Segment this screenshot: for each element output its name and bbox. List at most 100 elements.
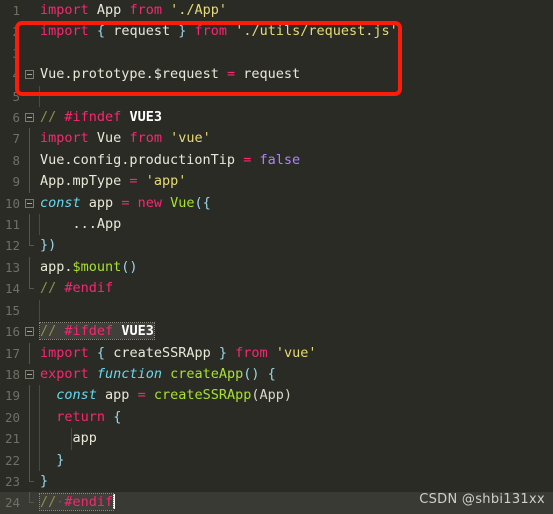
code-text[interactable] <box>38 85 553 108</box>
code-text[interactable]: ...App <box>38 214 553 236</box>
code-text[interactable]: // #endif <box>38 278 553 299</box>
code-line[interactable]: 5 <box>0 85 553 108</box>
fold-marker[interactable] <box>22 0 38 21</box>
token-keyword: import <box>40 344 89 361</box>
code-text[interactable]: app <box>38 428 553 450</box>
code-line[interactable]: 6 // #ifndef VUE3 <box>0 107 553 128</box>
line-number: 15 <box>4 302 20 318</box>
code-line[interactable]: 23 } <box>0 470 553 492</box>
line-number: 5 <box>12 88 20 104</box>
fold-marker[interactable] <box>22 21 38 42</box>
code-line[interactable]: 10 const app = new Vue({ <box>0 193 553 214</box>
code-line[interactable]: 7 import Vue from 'vue' <box>0 128 553 151</box>
code-text[interactable]: Vue.config.productionTip = false <box>38 150 553 171</box>
code-line[interactable]: 4 Vue.prototype.$request = request <box>0 64 553 85</box>
code-line[interactable]: 18 export function createApp() { <box>0 364 553 385</box>
token-keyword-from: from <box>235 344 268 361</box>
line-number: 12 <box>4 238 20 254</box>
token-identifier: app <box>105 387 130 404</box>
fold-marker[interactable] <box>22 86 38 107</box>
fold-guide <box>22 149 38 172</box>
line-number: 11 <box>4 217 20 233</box>
code-line[interactable]: 2 import { request } from './utils/reque… <box>0 21 553 42</box>
code-text[interactable]: Vue.prototype.$request = request <box>38 64 553 85</box>
code-line[interactable]: 20 return { <box>0 406 553 429</box>
code-text[interactable]: // #ifndef VUE3 <box>38 107 553 128</box>
token-keyword-from: from <box>129 130 162 147</box>
code-text[interactable]: return { <box>38 406 553 429</box>
fold-toggle-icon[interactable] <box>22 64 38 85</box>
token-keyword: import <box>40 2 89 18</box>
code-text[interactable]: App.mpType = 'app' <box>38 171 553 192</box>
fold-guide <box>22 406 38 429</box>
indent-guide <box>39 299 40 322</box>
token-string: 'vue' <box>170 130 211 147</box>
line-number: 2 <box>12 24 20 40</box>
token-keyword-new: new <box>137 194 162 211</box>
code-text[interactable] <box>38 299 553 322</box>
token-string: 'app' <box>145 173 187 190</box>
indent-guide <box>71 428 72 450</box>
code-text[interactable]: } <box>38 449 553 471</box>
line-number: 22 <box>4 452 20 468</box>
token-operator: = <box>129 173 138 190</box>
code-line[interactable]: 9 App.mpType = 'app' <box>0 171 553 194</box>
fold-toggle-icon[interactable] <box>22 364 38 385</box>
token-brace-open: { <box>267 365 276 382</box>
code-text[interactable]: import { request } from './utils/request… <box>38 21 553 42</box>
line-number: 3 <box>12 45 20 61</box>
fold-marker[interactable] <box>22 300 38 321</box>
line-number: 6 <box>12 110 20 126</box>
code-text[interactable]: import { createSSRApp } from 'vue' <box>38 343 553 364</box>
token-parens: () <box>121 258 138 275</box>
fold-guide-end <box>22 278 38 299</box>
code-line[interactable]: 14 // #endif <box>0 278 553 299</box>
fold-toggle-icon[interactable] <box>22 107 38 128</box>
token-brace-open: { <box>202 194 211 211</box>
token-function-call: createSSRApp <box>153 387 252 404</box>
fold-marker[interactable] <box>22 43 38 64</box>
text-cursor <box>113 494 116 510</box>
code-line[interactable]: 12 }) <box>0 235 553 256</box>
selection-highlight: //·#endif <box>38 493 115 512</box>
code-line[interactable]: 3 <box>0 43 553 64</box>
token-preprocessor-id: VUE3 <box>129 109 162 126</box>
token-preprocessor: #endif <box>64 494 114 511</box>
line-number: 18 <box>4 366 20 382</box>
code-text[interactable]: import Vue from 'vue' <box>38 128 553 149</box>
token-identifier: App <box>96 2 122 18</box>
editor-content[interactable]: 1 import App from './App' 2 import { req… <box>0 0 553 514</box>
token-identifier: app <box>88 194 114 211</box>
token-boolean: false <box>259 151 301 168</box>
code-line[interactable]: 13 app.$mount() <box>0 256 553 279</box>
code-line[interactable]: 11 ...App <box>0 214 553 236</box>
code-text[interactable]: // #ifdef VUE3 <box>38 321 553 342</box>
code-line[interactable]: 17 import { createSSRApp } from 'vue' <box>0 342 553 365</box>
code-text[interactable]: const app = new Vue({ <box>38 193 553 214</box>
code-line[interactable]: 22 } <box>0 449 553 472</box>
code-text[interactable]: import App from './App' <box>38 0 553 21</box>
code-line[interactable]: 8 Vue.config.productionTip = false <box>0 149 553 172</box>
fold-toggle-icon[interactable] <box>22 321 38 342</box>
code-text[interactable]: app.$mount() <box>38 257 553 278</box>
token-keyword-from: from <box>129 2 162 18</box>
code-line[interactable]: 15 <box>0 299 553 322</box>
code-line[interactable]: 16 // #ifdef VUE3 <box>0 321 553 342</box>
token-keyword-function: function <box>96 365 162 382</box>
indent-guide <box>39 385 40 407</box>
fold-guide-end <box>22 235 38 256</box>
fold-guide-end <box>22 470 38 492</box>
token-brace-open: { <box>96 23 106 40</box>
line-number: 16 <box>4 324 20 340</box>
fold-guide <box>22 342 38 365</box>
token-identifier: createSSRApp <box>113 344 211 361</box>
code-text[interactable] <box>38 43 553 64</box>
code-line[interactable]: 19 const app = createSSRApp(App) <box>0 385 553 408</box>
fold-toggle-icon[interactable] <box>22 193 38 214</box>
code-text[interactable]: export function createApp() { <box>38 364 553 385</box>
code-text[interactable]: } <box>38 471 553 492</box>
code-line[interactable]: 21 app <box>0 428 553 450</box>
code-line[interactable]: 1 import App from './App' <box>0 0 553 21</box>
code-text[interactable]: const app = createSSRApp(App) <box>38 385 553 407</box>
code-text[interactable]: }) <box>38 235 553 256</box>
